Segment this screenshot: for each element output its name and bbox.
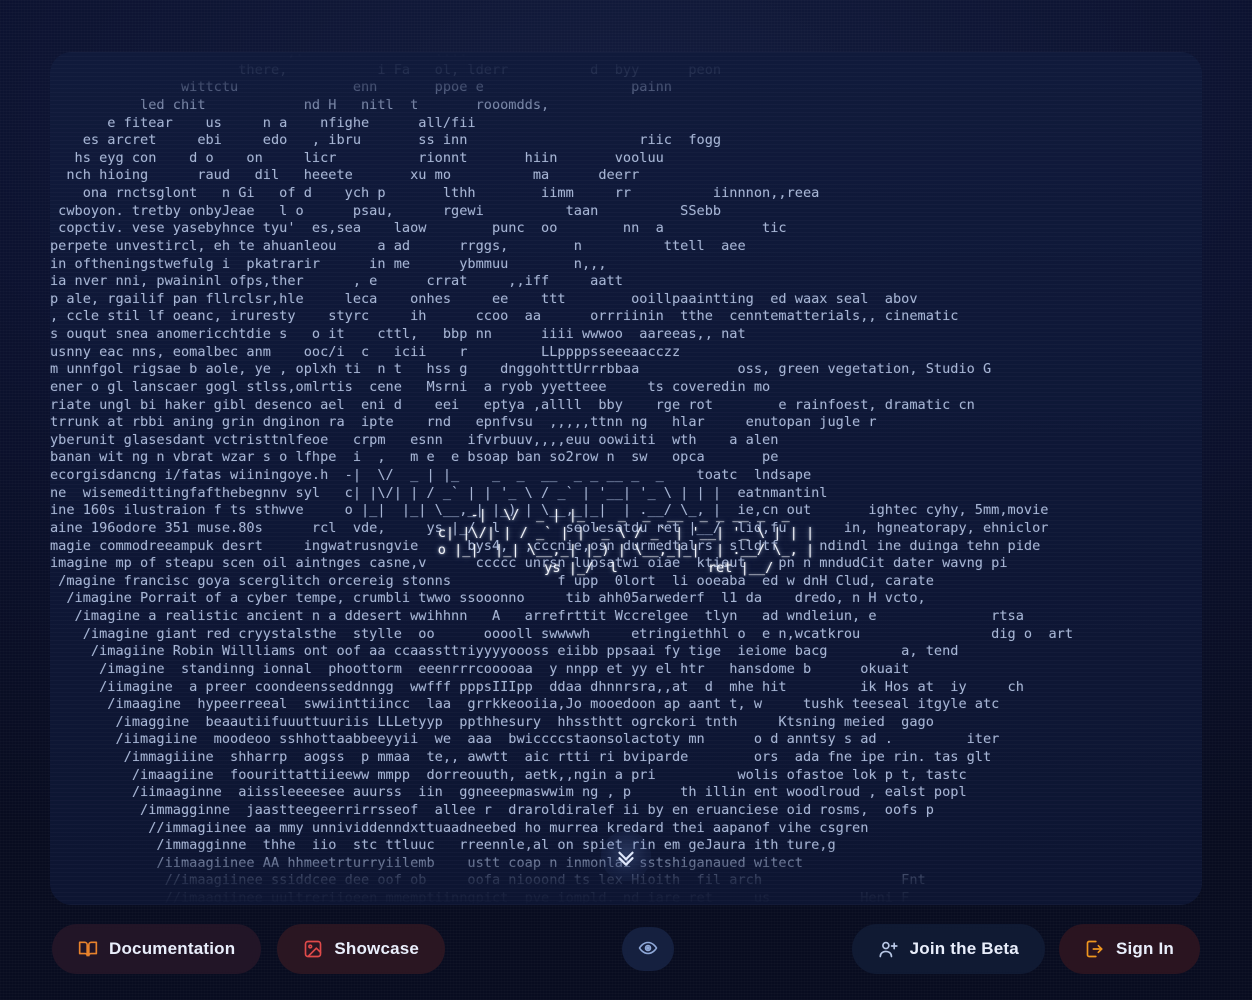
page-root: ---,.- - ....- there, i Fa ol, lderr d b…	[0, 0, 1252, 1000]
prompt-stream-text: ---,.- - ....- there, i Fa ol, lderr d b…	[50, 52, 1074, 905]
showcase-button[interactable]: Showcase	[277, 924, 446, 974]
login-icon	[1085, 939, 1105, 959]
eye-icon	[638, 938, 658, 961]
documentation-button[interactable]: Documentation	[52, 924, 262, 974]
showcase-label: Showcase	[334, 939, 420, 958]
sign-in-label: Sign In	[1115, 939, 1174, 958]
action-bar: Documentation Showcase Join the Beta Sig…	[0, 923, 1252, 975]
image-icon	[303, 939, 323, 959]
book-open-icon	[78, 939, 98, 959]
chevron-double-down-icon	[613, 843, 639, 869]
sign-in-button[interactable]: Sign In	[1058, 924, 1200, 974]
prompt-stream-panel: ---,.- - ....- there, i Fa ol, lderr d b…	[50, 52, 1202, 905]
join-beta-label: Join the Beta	[909, 939, 1019, 958]
scroll-down-indicator[interactable]	[601, 831, 651, 881]
visibility-toggle-button[interactable]	[622, 927, 675, 971]
user-plus-icon	[878, 939, 899, 960]
documentation-label: Documentation	[109, 939, 236, 958]
join-beta-button[interactable]: Join the Beta	[851, 924, 1045, 974]
action-bar-left-group: Documentation Showcase	[52, 924, 446, 974]
action-bar-right-group: Join the Beta Sign In	[851, 924, 1200, 974]
action-bar-center-group	[445, 927, 852, 971]
